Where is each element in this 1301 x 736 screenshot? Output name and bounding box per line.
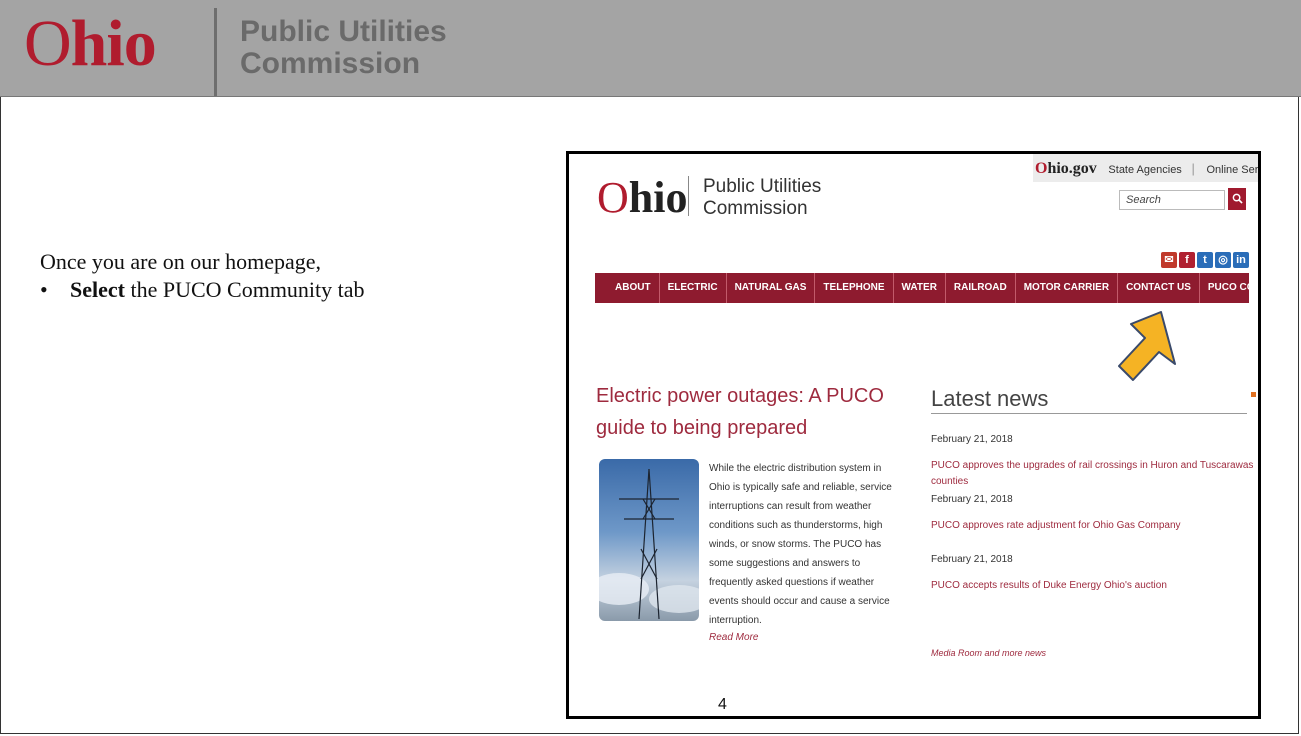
nav-contact-us[interactable]: CONTACT US [1117, 273, 1199, 303]
nav-water[interactable]: WATER [892, 273, 945, 303]
site-logo[interactable]: Ohio [597, 174, 687, 222]
news-headline-link[interactable]: PUCO accepts results of Duke Energy Ohio… [931, 578, 1258, 594]
nav-motor-carrier[interactable]: MOTOR CARRIER [1014, 273, 1117, 303]
rss-icon[interactable] [1251, 392, 1256, 397]
news-date: February 21, 2018 [931, 554, 1013, 565]
search-input[interactable]: Search [1119, 190, 1225, 210]
linkedin-icon[interactable]: in [1233, 252, 1249, 268]
media-room-link[interactable]: Media Room and more news [931, 648, 1046, 658]
search-button[interactable] [1228, 188, 1246, 210]
site-title: Public Utilities Commission [703, 176, 822, 219]
page-number: 4 [718, 696, 727, 713]
slide-header: Ohio Public Utilities Commission [0, 0, 1301, 97]
news-date: February 21, 2018 [931, 494, 1013, 505]
news-headline-link[interactable]: PUCO approves rate adjustment for Ohio G… [931, 518, 1258, 534]
nav-about[interactable]: ABOUT [607, 273, 659, 303]
main-nav: ABOUT ELECTRIC NATURAL GAS TELEPHONE WAT… [595, 273, 1258, 303]
news-divider [931, 413, 1247, 414]
news-item: February 21, 2018 PUCO approves the upgr… [931, 432, 1258, 490]
pointer-arrow-icon [1118, 311, 1176, 381]
read-more-link[interactable]: Read More [709, 632, 758, 643]
site-logo-divider [688, 176, 689, 216]
instruction-text: Once you are on our homepage, • Select th… [40, 248, 365, 302]
nav-telephone[interactable]: TELEPHONE [814, 273, 892, 303]
lede-headline[interactable]: Electric power outages: A PUCO guide to … [596, 380, 906, 444]
nav-natural-gas[interactable]: NATURAL GAS [725, 273, 815, 303]
nav-railroad[interactable]: RAILROAD [944, 273, 1015, 303]
instagram-icon[interactable]: ◎ [1215, 252, 1231, 268]
ohio-gov-links: Ohio.gov State Agencies | Online Service… [1035, 160, 1258, 178]
nav-electric[interactable]: ELECTRIC [658, 273, 726, 303]
latest-news-heading: Latest news [931, 386, 1049, 411]
twitter-icon[interactable]: t [1197, 252, 1213, 268]
instruction-bullet: • Select the PUCO Community tab [40, 277, 365, 302]
online-services-link[interactable]: Online Services [1206, 164, 1258, 176]
news-headline-link[interactable]: PUCO approves the upgrades of rail cross… [931, 458, 1258, 490]
power-tower-image [599, 459, 699, 621]
header-title: Public Utilities Commission [240, 15, 447, 80]
nav-puco-community[interactable]: PUCO COMMUNITY [1198, 273, 1258, 303]
website-screenshot: Ohio.gov State Agencies | Online Service… [566, 151, 1261, 719]
news-item: February 21, 2018 PUCO accepts results o… [931, 552, 1258, 594]
ohio-logo: Ohio [24, 7, 157, 80]
news-item: February 21, 2018 PUCO approves rate adj… [931, 492, 1258, 534]
search-icon [1232, 193, 1243, 204]
email-icon[interactable]: ✉ [1161, 252, 1177, 268]
lede-body: While the electric distribution system i… [709, 463, 892, 626]
facebook-icon[interactable]: f [1179, 252, 1195, 268]
news-date: February 21, 2018 [931, 434, 1013, 445]
header-divider [214, 8, 217, 96]
social-icons: ✉ f t ◎ in [1161, 252, 1249, 268]
state-agencies-link[interactable]: State Agencies [1108, 164, 1181, 176]
ohio-gov-logo[interactable]: Ohio.gov [1035, 160, 1097, 177]
